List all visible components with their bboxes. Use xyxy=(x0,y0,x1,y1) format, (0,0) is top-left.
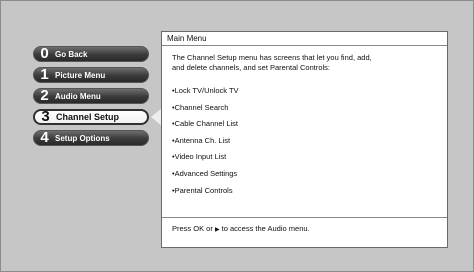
footer-text: to access the Audio menu. xyxy=(219,224,310,233)
list-item: •Antenna Ch. List xyxy=(172,135,231,145)
channel-setup-button[interactable]: 3 Channel Setup xyxy=(33,109,149,125)
button-number: 1 xyxy=(40,66,49,83)
audio-menu-button[interactable]: 2 Audio Menu xyxy=(33,88,149,104)
list-item: •Advanced Settings xyxy=(172,168,238,178)
panel-body: The Channel Setup menu has screens that … xyxy=(162,46,447,202)
list-item: •Video Input List xyxy=(172,152,227,162)
button-label: Setup Options xyxy=(55,133,110,143)
info-panel: Main Menu The Channel Setup menu has scr… xyxy=(161,31,448,248)
list-item: •Lock TV/Unlock TV xyxy=(172,86,239,95)
panel-footer: Press OK or ▶ to access the Audio menu. xyxy=(162,217,447,247)
go-back-button[interactable]: 0 Go Back xyxy=(33,46,149,62)
intro-line: The Channel Setup menu has screens that … xyxy=(172,53,372,62)
button-label: Go Back xyxy=(55,49,88,59)
panel-intro: The Channel Setup menu has screens that … xyxy=(172,53,432,73)
footer-text: Press OK or xyxy=(172,224,215,233)
tv-screen: 0 Go Back 1 Picture Menu 2 Audio Menu 3 … xyxy=(0,0,474,272)
button-number: 0 xyxy=(40,45,49,62)
button-number: 3 xyxy=(41,108,50,125)
setup-options-button[interactable]: 4 Setup Options xyxy=(33,130,149,146)
panel-title: Main Menu xyxy=(162,32,447,46)
picture-menu-button[interactable]: 1 Picture Menu xyxy=(33,67,149,83)
list-item: •Parental Controls xyxy=(172,185,233,195)
feature-list: •Lock TV/Unlock TV •Channel Search •Cabl… xyxy=(172,86,447,202)
button-number: 4 xyxy=(40,129,49,146)
button-number: 2 xyxy=(40,87,49,104)
list-item: •Channel Search xyxy=(172,102,229,112)
list-item: •Cable Channel List xyxy=(172,119,238,129)
intro-line: and delete channels, and set Parental Co… xyxy=(172,63,331,72)
button-label: Audio Menu xyxy=(55,91,101,101)
side-menu: 0 Go Back 1 Picture Menu 2 Audio Menu 3 … xyxy=(33,46,149,151)
button-label: Channel Setup xyxy=(56,112,120,122)
button-label: Picture Menu xyxy=(55,70,106,80)
